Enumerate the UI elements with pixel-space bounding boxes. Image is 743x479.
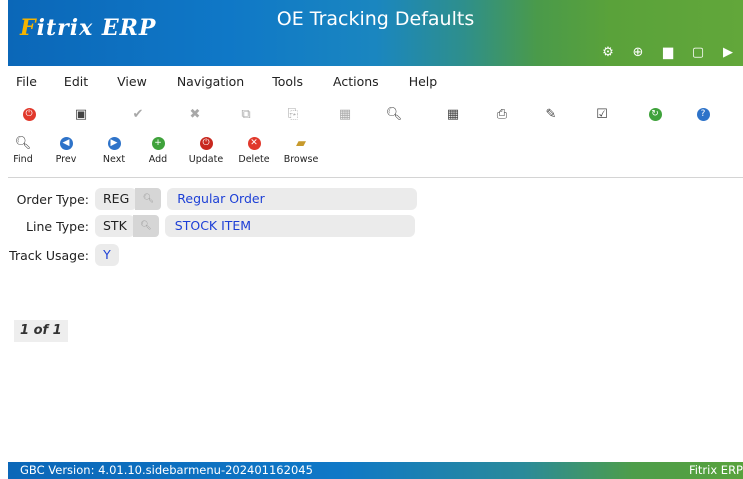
folder-icon: ▰	[296, 135, 306, 151]
arrow-right-icon: ▶	[107, 136, 121, 150]
app-window: Fitrix ERP OE Tracking Defaults ⚙ ⊕ ▆ ▢ …	[8, 0, 743, 479]
checklist-icon[interactable]: ☑	[591, 103, 613, 125]
line-type-label: Line Type:	[26, 218, 89, 234]
paste-icon[interactable]: ⎘	[282, 103, 304, 125]
find-label: Find	[13, 154, 33, 165]
app-header: Fitrix ERP OE Tracking Defaults ⚙ ⊕ ▆ ▢ …	[8, 0, 743, 66]
order-type-row: Order Type: REG 🔍︎ Regular Order	[8, 187, 418, 211]
track-usage-label: Track Usage:	[9, 247, 89, 263]
order-type-description: Regular Order	[167, 188, 418, 210]
version-text: GBC Version: 4.01.10.sidebarmenu-2024011…	[20, 463, 313, 477]
grid-icon[interactable]: ▦	[334, 103, 356, 125]
refresh-icon[interactable]: ↻	[644, 103, 666, 125]
attach-icon[interactable]: ⎙	[491, 103, 513, 125]
delete-icon: ✕	[247, 136, 261, 150]
window-title: OE Tracking Defaults	[276, 8, 475, 30]
delete-label: Delete	[238, 154, 270, 165]
update-label: Update	[188, 154, 224, 165]
plus-icon: +	[151, 136, 165, 150]
search-icon: 🔍︎	[14, 135, 32, 151]
save-icon[interactable]: ▣	[70, 103, 92, 125]
next-button[interactable]: ▶ Next	[91, 135, 137, 165]
globe-icon[interactable]: ⊕	[623, 45, 653, 60]
browse-label: Browse	[283, 154, 319, 165]
update-icon: ⏻	[199, 136, 213, 150]
menu-tools[interactable]: Tools	[244, 74, 303, 94]
status-bar: GBC Version: 4.01.10.sidebarmenu-2024011…	[8, 462, 743, 479]
line-type-description: STOCK ITEM	[164, 215, 415, 237]
new-page-icon[interactable]: ▢	[683, 45, 713, 60]
menu-bar: File Edit View Navigation Tools Actions …	[8, 74, 437, 94]
order-type-label: Order Type:	[16, 191, 89, 207]
menu-help[interactable]: Help	[379, 74, 438, 94]
add-button[interactable]: + Add	[135, 135, 181, 165]
menu-file[interactable]: File	[8, 74, 37, 94]
play-icon[interactable]: ▶	[713, 45, 743, 60]
action-toolbar: ⏻ ▣ ✔ ✖ ⧉ ⎘ ▦ 🔍︎ ▦ ⎙ ✎ ☑ ↻ ?	[8, 103, 743, 125]
menu-view[interactable]: View	[88, 74, 147, 94]
menu-navigation[interactable]: Navigation	[147, 74, 244, 94]
record-counter: 1 of 1	[14, 320, 68, 342]
lookup-icon[interactable]: 🔍︎	[135, 188, 162, 210]
prev-button[interactable]: ◀ Prev	[43, 135, 89, 165]
arrow-left-icon: ◀	[59, 136, 73, 150]
add-label: Add	[148, 154, 168, 165]
document-icon[interactable]: ▆	[653, 45, 683, 60]
copy-icon[interactable]: ⧉	[235, 103, 257, 125]
gear-icon[interactable]: ⚙	[593, 45, 623, 60]
track-usage-field[interactable]: Y	[95, 244, 119, 266]
edit-doc-icon[interactable]: ✎	[540, 103, 562, 125]
cancel-icon[interactable]: ✖	[184, 103, 206, 125]
menu-actions[interactable]: Actions	[303, 74, 379, 94]
power-icon[interactable]: ⏻	[18, 103, 40, 125]
track-usage-row: Track Usage: Y	[8, 243, 119, 267]
next-label: Next	[102, 154, 126, 165]
delete-button[interactable]: ✕ Delete	[231, 135, 277, 165]
browse-button[interactable]: ▰ Browse	[278, 135, 324, 166]
toolbar-divider	[8, 177, 743, 178]
line-type-code-field[interactable]: STK	[95, 215, 135, 237]
lookup-icon[interactable]: 🔍︎	[132, 215, 159, 237]
prev-label: Prev	[55, 154, 77, 165]
zoom-icon[interactable]: 🔍︎	[383, 103, 405, 125]
update-button[interactable]: ⏻ Update	[183, 135, 229, 165]
line-type-row: Line Type: STK 🔍︎ STOCK ITEM	[8, 214, 415, 238]
header-icon-bar: ⚙ ⊕ ▆ ▢ ▶	[593, 42, 743, 62]
order-type-code-field[interactable]: REG	[95, 188, 138, 210]
help-icon[interactable]: ?	[692, 103, 714, 125]
calendar-icon[interactable]: ▦	[442, 103, 464, 125]
accept-icon[interactable]: ✔	[127, 103, 149, 125]
menu-edit[interactable]: Edit	[37, 74, 88, 94]
brand-text: Fitrix ERP	[688, 463, 743, 477]
find-button[interactable]: 🔍︎ Find	[0, 135, 46, 166]
